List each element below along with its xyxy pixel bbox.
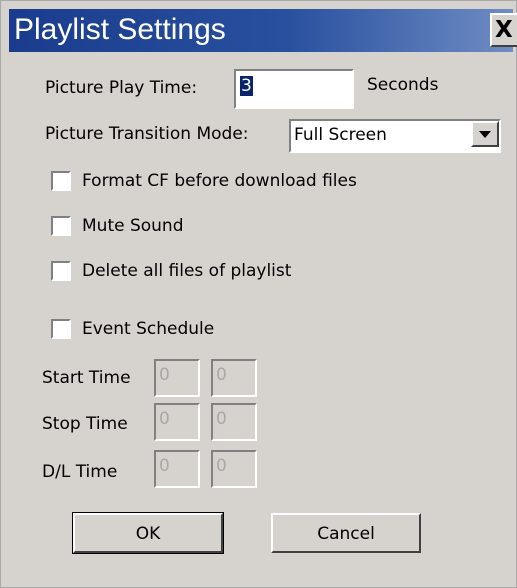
format-cf-label: Format CF before download files: [82, 171, 357, 191]
mute-sound-checkbox[interactable]: [51, 216, 71, 236]
chevron-down-icon[interactable]: [471, 121, 499, 147]
stop-time-hour-field: 0: [154, 403, 200, 441]
start-time-minute-value: 0: [216, 365, 227, 385]
start-time-hour-field: 0: [154, 359, 200, 397]
start-time-label: Start Time: [42, 368, 131, 388]
delete-files-checkbox[interactable]: [51, 261, 71, 281]
event-schedule-label: Event Schedule: [82, 319, 215, 339]
close-icon: X: [495, 17, 513, 43]
ok-button[interactable]: OK: [72, 512, 224, 554]
stop-time-minute-field: 0: [211, 403, 257, 441]
stop-time-label: Stop Time: [42, 414, 128, 434]
cancel-button[interactable]: Cancel: [271, 513, 421, 553]
dl-time-label: D/L Time: [42, 462, 118, 482]
transition-mode-select[interactable]: Full Screen: [289, 119, 501, 153]
play-time-unit: Seconds: [367, 75, 439, 95]
ok-button-label: OK: [135, 524, 161, 544]
start-time-hour-value: 0: [159, 365, 170, 385]
dl-time-minute-field: 0: [211, 450, 257, 488]
dl-time-hour-field: 0: [154, 450, 200, 488]
delete-files-label: Delete all files of playlist: [82, 261, 292, 281]
dl-time-hour-value: 0: [159, 456, 170, 476]
mute-sound-label: Mute Sound: [82, 216, 184, 236]
dialog-title: Playlist Settings: [14, 13, 226, 46]
dl-time-minute-value: 0: [216, 456, 227, 476]
play-time-value: 3: [240, 76, 253, 96]
cancel-button-label: Cancel: [317, 524, 375, 544]
close-button[interactable]: X: [490, 13, 517, 47]
transition-mode-value: Full Screen: [294, 125, 387, 145]
transition-mode-label: Picture Transition Mode:: [45, 124, 249, 144]
stop-time-hour-value: 0: [159, 409, 170, 429]
event-schedule-checkbox[interactable]: [51, 319, 71, 339]
start-time-minute-field: 0: [211, 359, 257, 397]
stop-time-minute-value: 0: [216, 409, 227, 429]
playlist-settings-dialog: Playlist Settings X Picture Play Time: 3…: [0, 0, 517, 588]
play-time-label: Picture Play Time:: [45, 78, 198, 98]
play-time-input[interactable]: 3: [234, 69, 354, 109]
format-cf-checkbox[interactable]: [51, 171, 71, 191]
title-bar[interactable]: Playlist Settings X: [9, 9, 517, 52]
